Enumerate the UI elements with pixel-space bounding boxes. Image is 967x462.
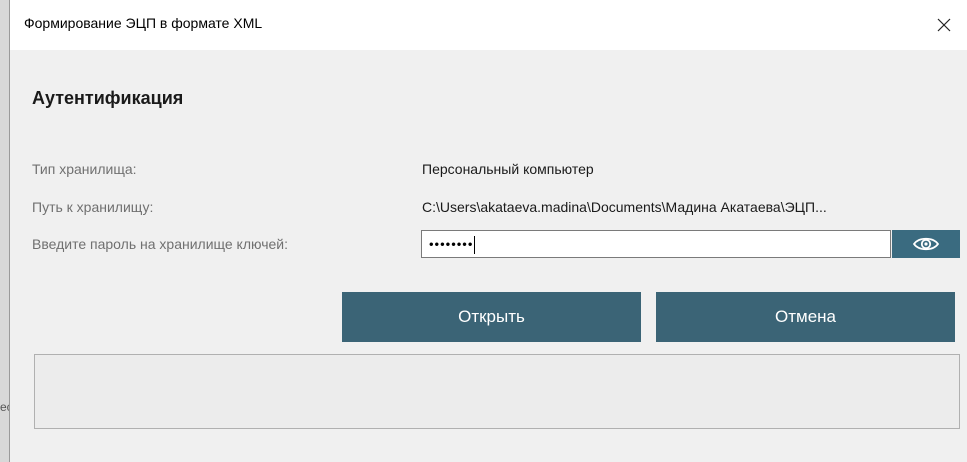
password-label: Введите пароль на хранилище ключей:	[32, 236, 288, 252]
password-masked-value: ••••••••	[429, 236, 474, 252]
open-button[interactable]: Открыть	[342, 292, 641, 342]
dialog-content: Аутентификация Тип хранилища: Персональн…	[10, 50, 967, 462]
storage-path-label: Путь к хранилищу:	[32, 199, 154, 215]
show-password-button[interactable]	[892, 230, 960, 258]
storage-type-value: Персональный компьютер	[422, 161, 594, 177]
cancel-button[interactable]: Отмена	[656, 292, 955, 342]
title-bar: Формирование ЭЦП в формате XML	[10, 0, 967, 50]
text-caret	[474, 236, 476, 254]
window-title: Формирование ЭЦП в формате XML	[24, 15, 263, 31]
storage-type-label: Тип хранилища:	[32, 161, 137, 177]
message-area	[34, 354, 960, 429]
close-button[interactable]	[921, 0, 967, 50]
close-icon	[937, 18, 951, 32]
password-value-wrap: ••••••••	[429, 236, 476, 254]
storage-path-value: C:\Users\akataeva.madina\Documents\Мадин…	[422, 199, 827, 215]
password-field[interactable]: ••••••••	[421, 230, 891, 258]
dialog-window: Формирование ЭЦП в формате XML Аутентифи…	[9, 0, 967, 462]
eye-icon	[912, 237, 940, 251]
section-title: Аутентификация	[32, 88, 184, 108]
